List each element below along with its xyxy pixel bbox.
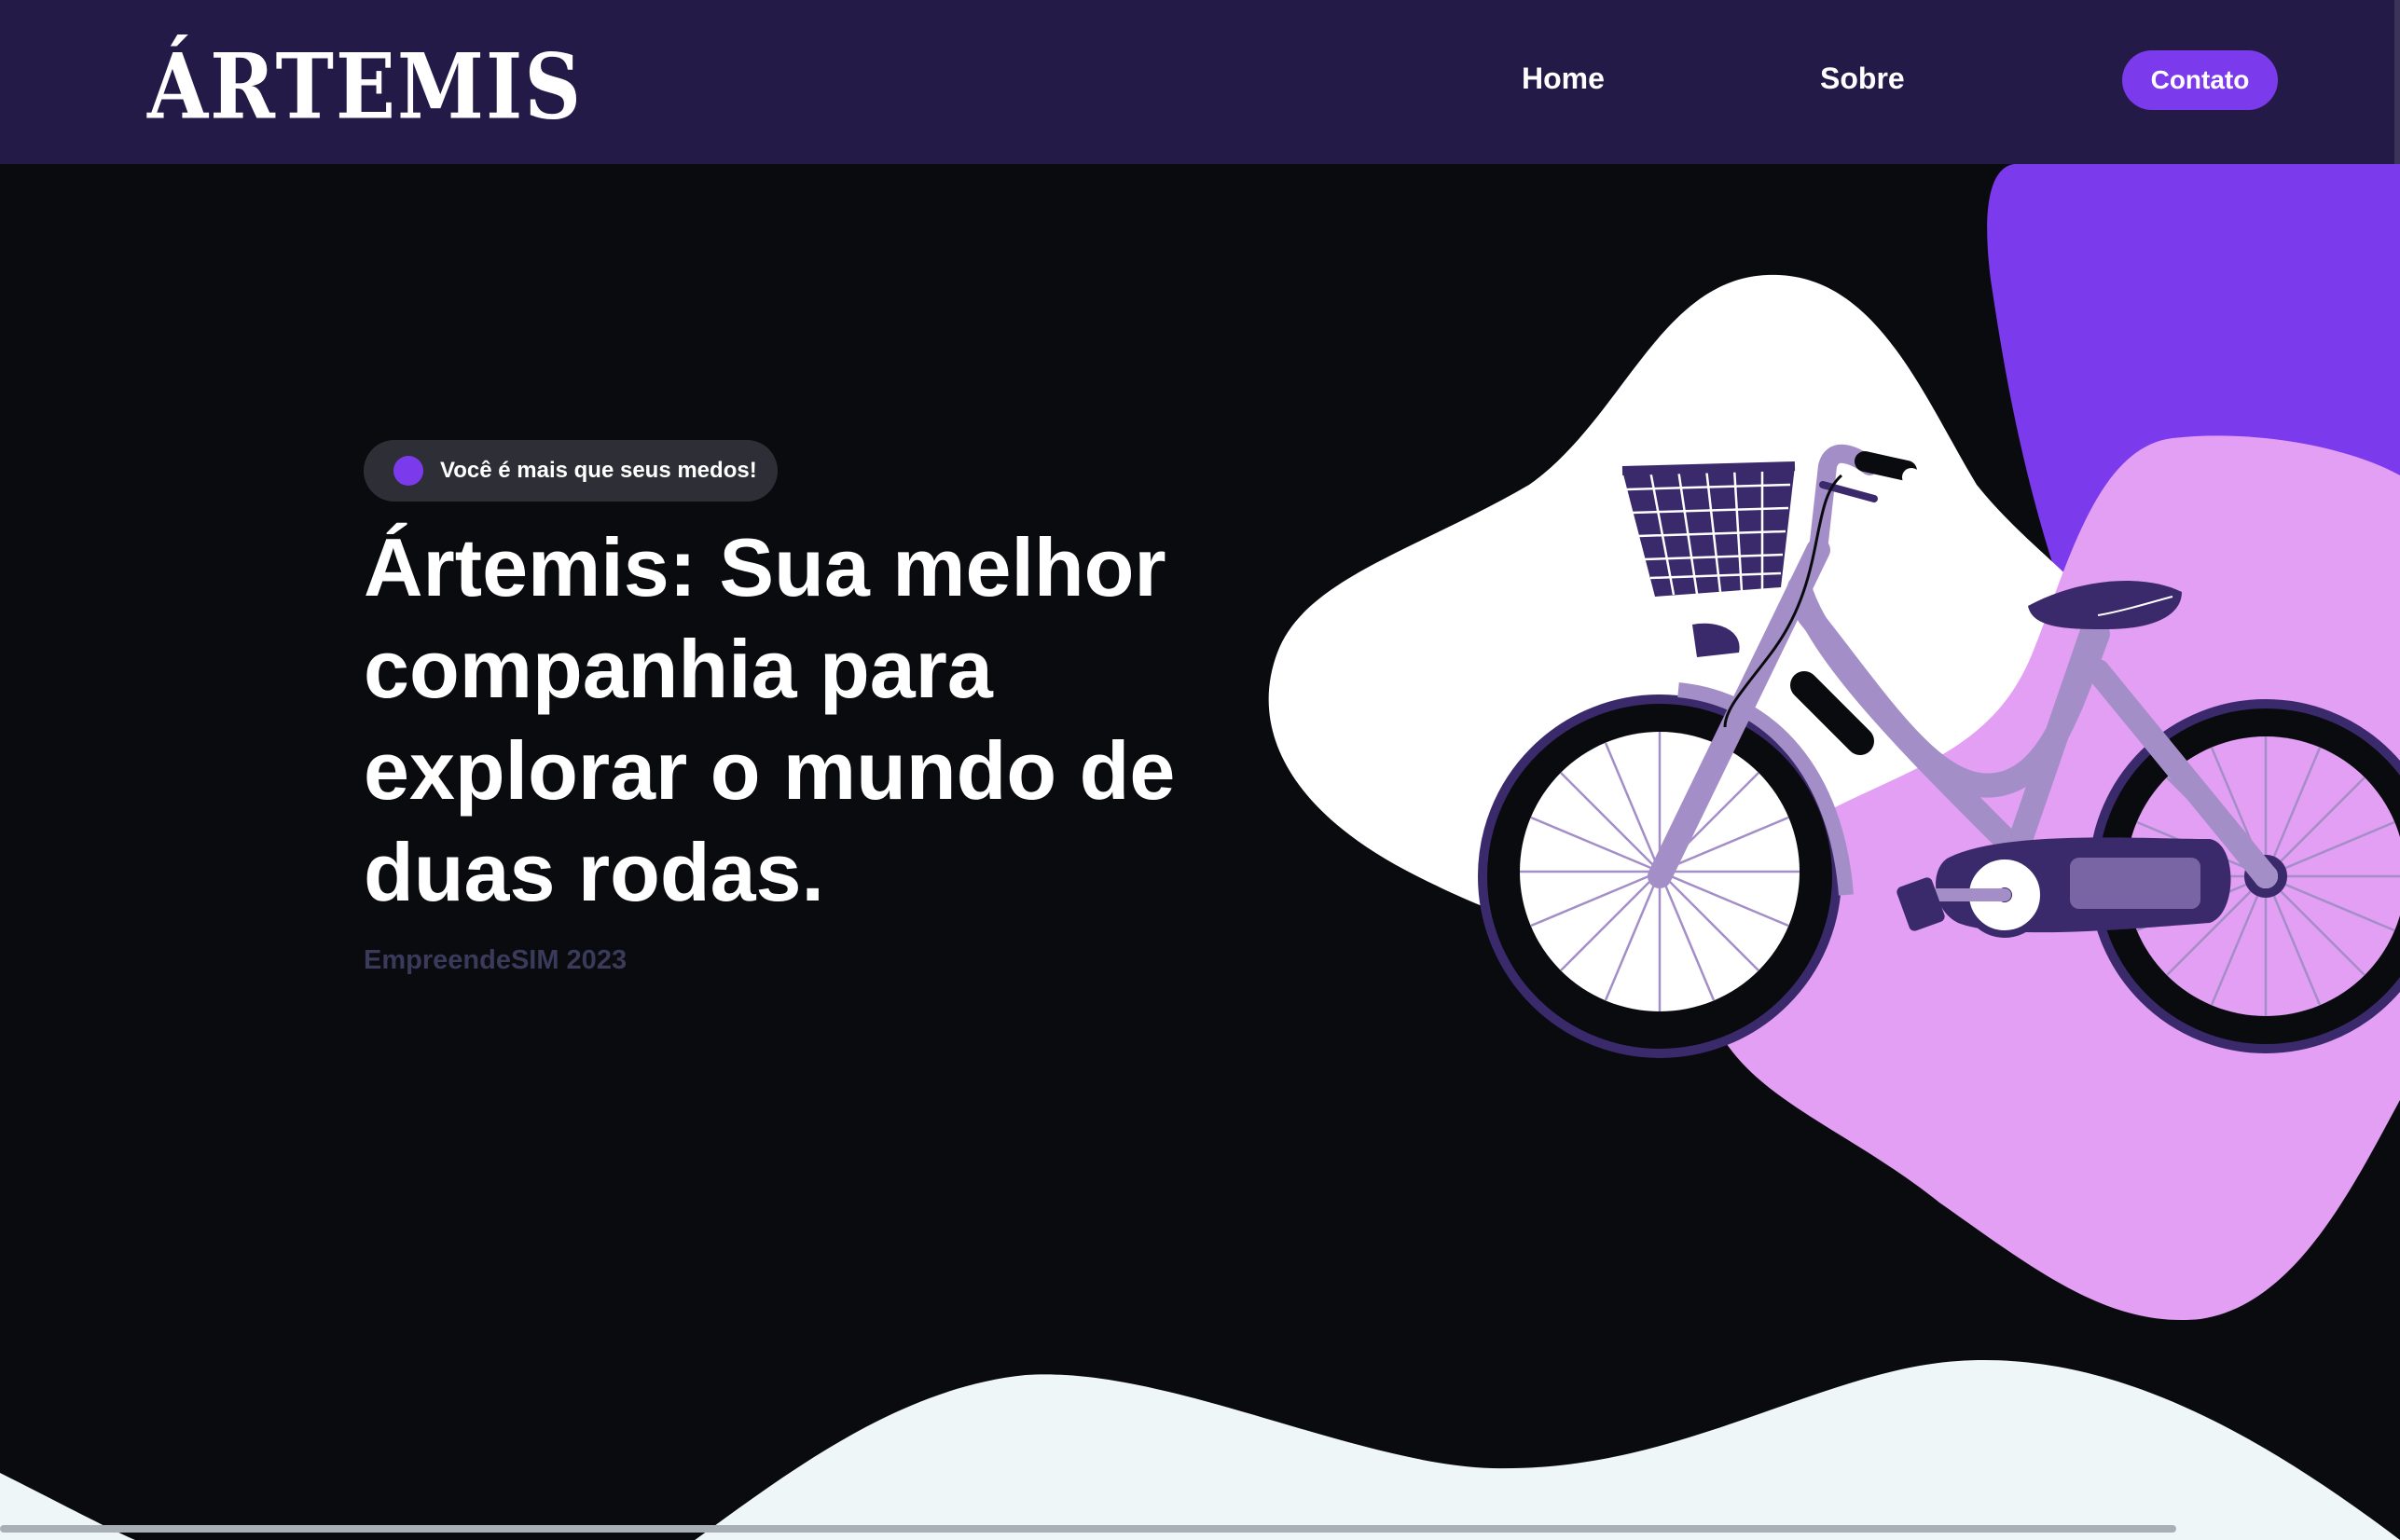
white-blob — [1268, 274, 2117, 939]
pink-blob — [1703, 435, 2400, 1321]
top-navbar: ÁRTEMIS Home Sobre Contato — [0, 0, 2400, 164]
hero-title: Ártemis: Sua melhor companhia para explo… — [364, 521, 1176, 918]
rear-wheel — [2093, 704, 2400, 1049]
tagline-text: Você é mais que seus medos! — [440, 458, 757, 483]
purple-blob — [1987, 164, 2400, 615]
badge-dot-icon — [393, 456, 423, 486]
bottom-wave — [0, 1360, 2400, 1540]
nav-link-home[interactable]: Home — [1522, 58, 1605, 99]
vertical-scrollbar[interactable] — [2394, 0, 2400, 164]
bicycle-image — [1478, 444, 2400, 1058]
tagline-badge: Você é mais que seus medos! — [364, 440, 778, 502]
hero-subtitle: EmpreendeSIM 2023 — [364, 945, 628, 975]
basket — [1621, 461, 1796, 597]
front-wheel — [1483, 699, 1837, 1053]
artemis-logo[interactable]: ÁRTEMIS — [147, 34, 581, 138]
contato-button[interactable]: Contato — [2122, 50, 2278, 110]
horizontal-scrollbar[interactable] — [0, 1525, 2176, 1533]
nav-link-sobre[interactable]: Sobre — [1820, 58, 1905, 99]
